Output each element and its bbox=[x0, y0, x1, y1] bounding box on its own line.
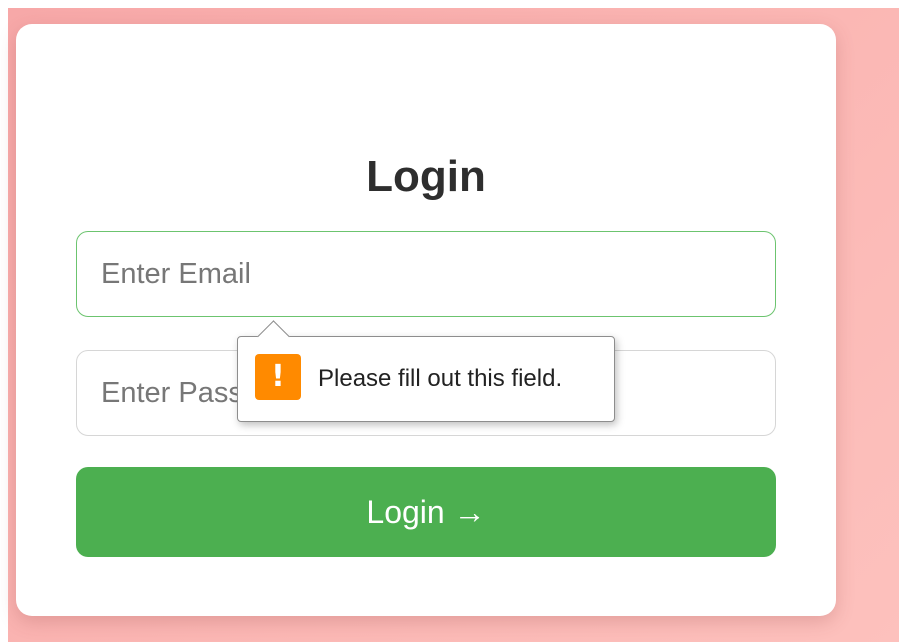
page-title: Login bbox=[366, 152, 486, 201]
warning-icon: ! bbox=[255, 354, 301, 400]
login-button[interactable]: Login → bbox=[76, 467, 776, 557]
login-card: Login Login → bbox=[16, 24, 836, 616]
validation-message: Please fill out this field. bbox=[318, 365, 563, 392]
validation-tooltip: ! Please fill out this field. bbox=[237, 320, 615, 422]
email-field[interactable] bbox=[76, 231, 776, 317]
